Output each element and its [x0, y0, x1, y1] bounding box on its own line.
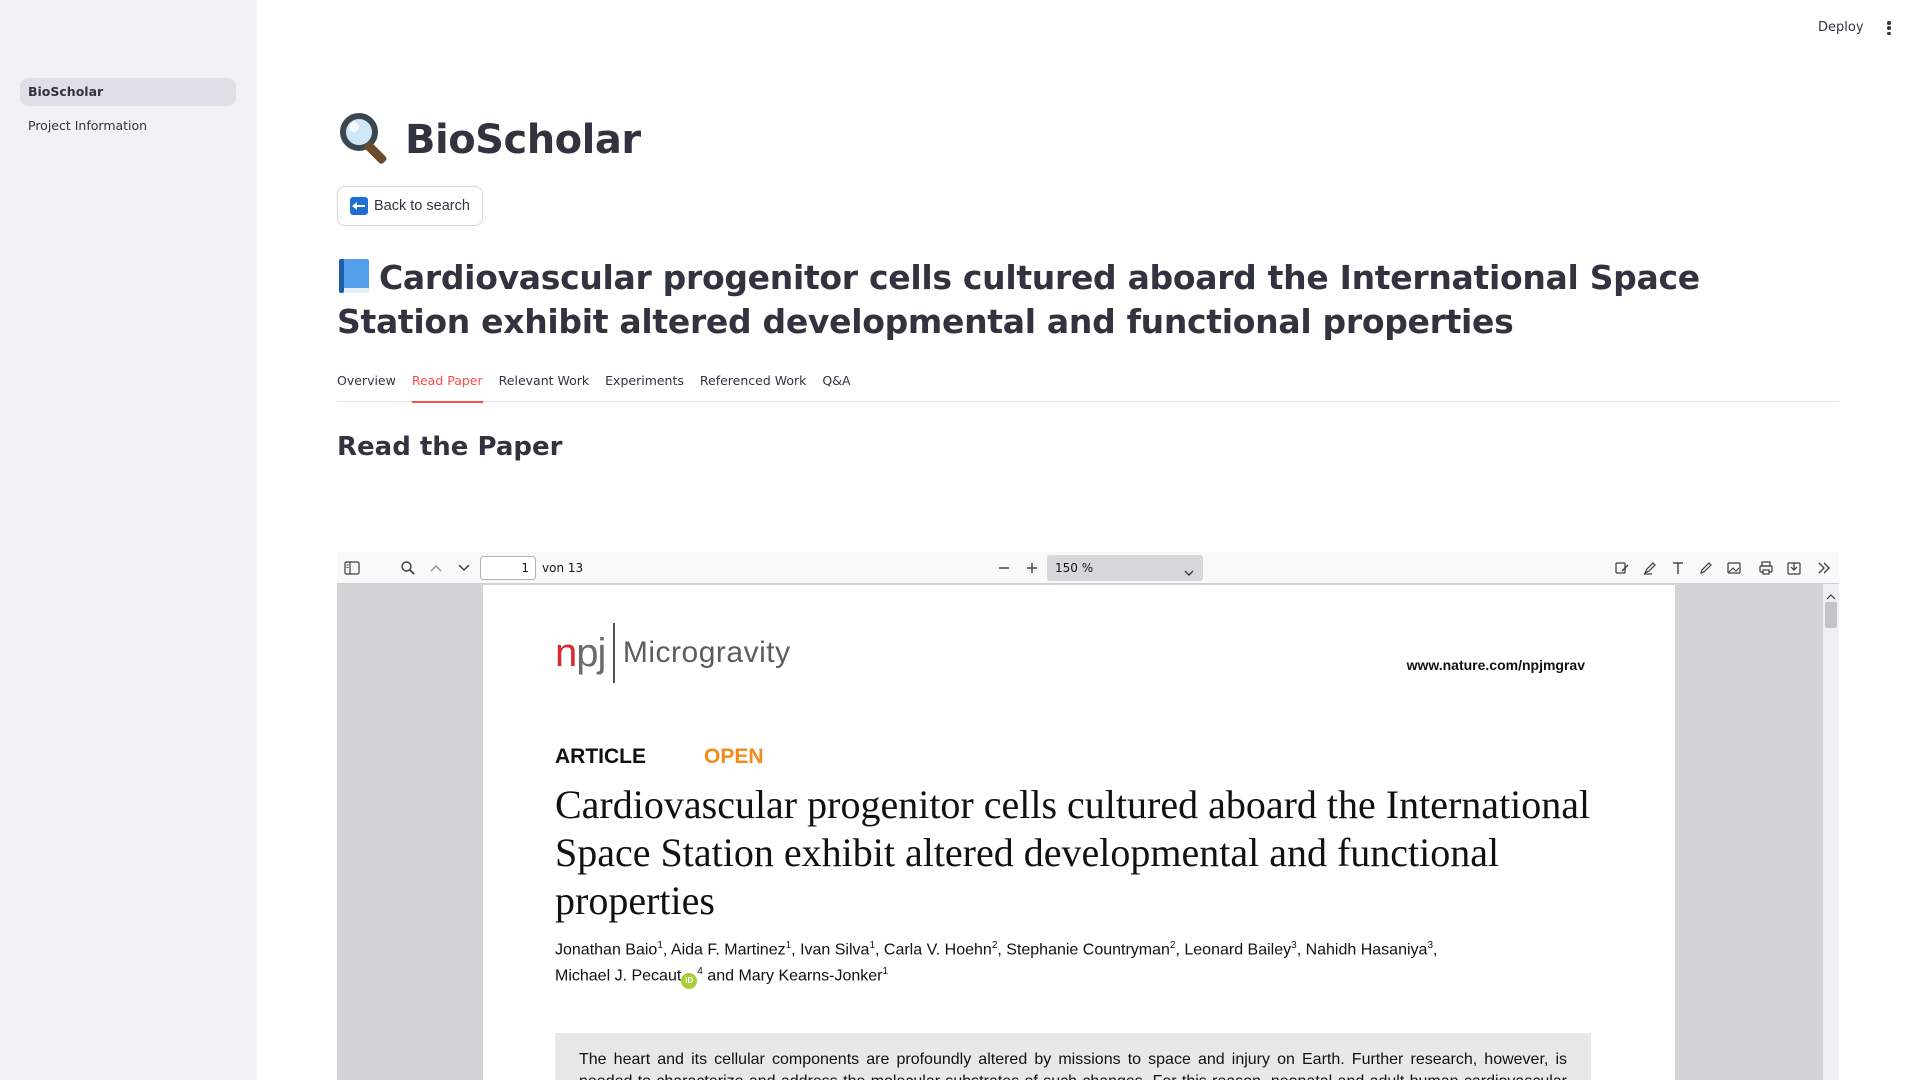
open-access-label: OPEN: [704, 745, 764, 768]
author-list: Jonathan Baio1, Aida F. Martinez1, Ivan …: [555, 935, 1595, 989]
tab-qa[interactable]: Q&A: [822, 370, 850, 402]
highlighter-icon[interactable]: [1637, 552, 1663, 584]
affiliation-marker: 3: [1291, 940, 1297, 951]
draw-icon[interactable]: [1693, 552, 1719, 584]
author: Mary Kearns-Jonker: [738, 967, 883, 985]
page-number-input[interactable]: 1: [480, 556, 536, 580]
npj-logo: n pj Microgravity: [555, 623, 791, 683]
affiliation-marker: 2: [991, 940, 998, 951]
app-title: BioScholar: [337, 110, 641, 170]
affiliation-marker: 4: [697, 966, 703, 978]
affiliation-marker: 1: [785, 940, 792, 951]
affiliation-marker: 3: [1427, 940, 1433, 951]
highlight-edit-icon[interactable]: [1609, 552, 1635, 584]
print-icon[interactable]: [1753, 552, 1779, 584]
pdf-viewer: 1 von 13 150 % n pj Microgravity www.nat…: [337, 552, 1839, 1080]
deploy-button[interactable]: Deploy: [1818, 20, 1864, 35]
paper-title-text: Cardiovascular progenitor cells cultured…: [337, 258, 1700, 341]
author: Ivan Silva: [800, 941, 870, 959]
double-chevron-right-icon[interactable]: [1811, 552, 1837, 584]
tab-overview[interactable]: Overview: [337, 370, 396, 402]
article-label: ARTICLE: [555, 745, 646, 768]
text-tool-icon[interactable]: [1665, 552, 1691, 584]
and-connector: and: [707, 967, 734, 985]
kebab-menu-icon[interactable]: [1884, 18, 1894, 38]
zoom-in-icon[interactable]: [1019, 552, 1045, 584]
journal-url: www.nature.com/npjmgrav: [1406, 657, 1585, 673]
author: Carla V. Hoehn: [883, 941, 992, 959]
section-heading: Read the Paper: [337, 432, 563, 462]
tab-experiments[interactable]: Experiments: [605, 370, 684, 402]
page-count-label: von 13: [542, 561, 584, 575]
tab-referenced-work[interactable]: Referenced Work: [700, 370, 807, 402]
sidebar-nav: BioScholar Project Information: [20, 78, 236, 146]
back-to-search-label: Back to search: [374, 198, 470, 214]
blue-book-icon: [337, 257, 373, 295]
scrollbar-thumb[interactable]: [1825, 602, 1837, 628]
magnifying-glass-icon: [337, 110, 397, 170]
left-arrow-icon: [350, 197, 368, 215]
zoom-value: 150 %: [1055, 561, 1094, 575]
logo-divider: [613, 623, 615, 683]
sidebar-item-bioscholar[interactable]: BioScholar: [20, 78, 236, 106]
pdf-page: n pj Microgravity www.nature.com/npjmgrav…: [483, 585, 1675, 1080]
zoom-out-icon[interactable]: [991, 552, 1017, 584]
tab-relevant-work[interactable]: Relevant Work: [499, 370, 590, 402]
affiliation-marker: 2: [1169, 940, 1176, 951]
abstract: The heart and its cellular components ar…: [555, 1033, 1591, 1080]
author: Stephanie Countryman: [1006, 941, 1170, 959]
author: Leonard Bailey: [1184, 941, 1292, 959]
zoom-select[interactable]: 150 %: [1047, 555, 1203, 581]
save-icon[interactable]: [1781, 552, 1807, 584]
page-title: BioScholar: [405, 117, 641, 163]
author: Aida F. Martinez: [670, 941, 786, 959]
affiliation-marker: 1: [882, 966, 889, 978]
affiliation-marker: 1: [657, 940, 663, 951]
tab-read-paper[interactable]: Read Paper: [411, 370, 483, 403]
pdf-scrollbar[interactable]: [1823, 584, 1839, 1080]
journal-name: Microgravity: [622, 636, 791, 669]
sidebar: BioScholar Project Information: [0, 0, 257, 1080]
orcid-icon[interactable]: iD: [681, 972, 698, 989]
pdf-toolbar: 1 von 13 150 %: [337, 552, 1839, 584]
sidebar-item-project-information[interactable]: Project Information: [20, 112, 236, 140]
author: Jonathan Baio: [555, 941, 658, 959]
logo-pj: pj: [576, 630, 606, 675]
tab-bar: Overview Read Paper Relevant Work Experi…: [337, 370, 1839, 403]
author: Michael J. Pecaut: [555, 967, 682, 985]
logo-n: n: [555, 630, 577, 675]
author: Nahidh Hasaniya: [1305, 941, 1428, 959]
find-icon[interactable]: [395, 552, 421, 584]
sidebar-toggle-icon[interactable]: [339, 552, 365, 584]
next-page-icon[interactable]: [451, 552, 477, 584]
article-title: Cardiovascular progenitor cells cultured…: [555, 782, 1591, 923]
image-icon[interactable]: [1721, 552, 1747, 584]
back-to-search-button[interactable]: Back to search: [337, 186, 483, 226]
paper-title: Cardiovascular progenitor cells cultured…: [337, 256, 1839, 344]
affiliation-marker: 1: [869, 940, 875, 951]
previous-page-icon[interactable]: [423, 552, 449, 584]
